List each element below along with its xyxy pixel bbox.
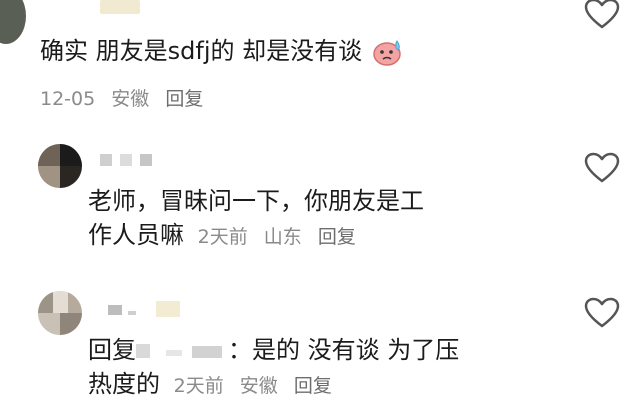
reply-button[interactable]: 回复 bbox=[294, 375, 332, 397]
comment-item: 确实 朋友是sdfj的 却是没有谈 12-05 安徽 回复 bbox=[0, 0, 640, 130]
avatar[interactable] bbox=[38, 291, 82, 335]
username-blurred[interactable] bbox=[100, 154, 152, 168]
comment-meta: 2天前 山东 回复 bbox=[198, 226, 366, 248]
comment-item: 回复 ：是的 没有谈 为了压 热度的 2天前 安徽 回复 bbox=[0, 285, 640, 417]
comment-item: 老师，冒昧问一下，你朋友是工 作人员嘛 2天前 山东 回复 bbox=[0, 140, 640, 275]
comment-text: 确实 朋友是sdfj的 却是没有谈 bbox=[40, 34, 404, 68]
reply-prefix: 回复 bbox=[88, 336, 136, 364]
comment-location: 安徽 bbox=[111, 88, 150, 110]
username-blurred[interactable] bbox=[100, 0, 140, 14]
comment-text-line1: ：是的 没有谈 为了压 bbox=[228, 336, 460, 364]
comment-meta: 2天前 安徽 回复 bbox=[174, 375, 342, 397]
sweat-face-emoji-icon bbox=[372, 38, 404, 66]
comment-date: 12-05 bbox=[40, 88, 96, 110]
like-heart-icon[interactable] bbox=[584, 297, 620, 329]
reply-button[interactable]: 回复 bbox=[165, 88, 203, 110]
comment-date: 2天前 bbox=[197, 226, 248, 248]
like-heart-icon[interactable] bbox=[584, 0, 620, 30]
comment-text: 回复 ：是的 没有谈 为了压 热度的 2天前 安徽 回复 bbox=[88, 333, 558, 403]
avatar[interactable] bbox=[38, 144, 82, 188]
comment-text: 老师，冒昧问一下，你朋友是工 作人员嘛 2天前 山东 回复 bbox=[88, 184, 558, 254]
like-heart-icon[interactable] bbox=[584, 152, 620, 184]
username-blurred[interactable] bbox=[100, 301, 190, 317]
comment-text-line2: 作人员嘛 bbox=[88, 221, 184, 249]
comment-date: 2天前 bbox=[173, 375, 224, 397]
reply-target-name-blurred[interactable] bbox=[136, 340, 228, 362]
avatar[interactable] bbox=[0, 0, 26, 44]
comment-text-line1: 老师，冒昧问一下，你朋友是工 bbox=[88, 187, 424, 215]
comment-location: 安徽 bbox=[239, 375, 278, 397]
reply-button[interactable]: 回复 bbox=[318, 226, 356, 248]
comment-meta: 12-05 安徽 回复 bbox=[40, 84, 213, 111]
comment-location: 山东 bbox=[263, 226, 302, 248]
comment-text-line2: 热度的 bbox=[88, 370, 160, 398]
